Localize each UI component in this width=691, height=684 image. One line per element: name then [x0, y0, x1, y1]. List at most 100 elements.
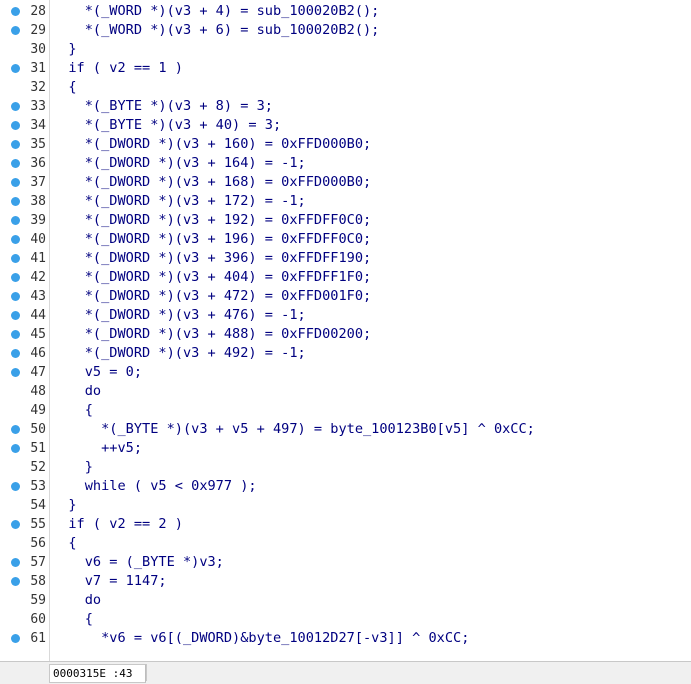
breakpoint-dot-icon[interactable]: [11, 254, 20, 263]
line-number: 51: [30, 441, 46, 456]
code-line[interactable]: 57 v6 = (_BYTE *)v3;: [0, 553, 691, 572]
code-line[interactable]: 58 v7 = 1147;: [0, 572, 691, 591]
breakpoint-dot-icon[interactable]: [11, 216, 20, 225]
line-number: 40: [30, 232, 46, 247]
code-line[interactable]: 48 do: [0, 382, 691, 401]
breakpoint-dot-icon[interactable]: [11, 425, 20, 434]
breakpoint-dot-icon[interactable]: [11, 558, 20, 567]
code-line[interactable]: 47 v5 = 0;: [0, 363, 691, 382]
code-line[interactable]: 42 *(_DWORD *)(v3 + 404) = 0xFFDFF1F0;: [0, 268, 691, 287]
code-text: *(_DWORD *)(v3 + 192) = 0xFFDFF0C0;: [52, 212, 372, 228]
code-line[interactable]: 31 if ( v2 == 1 ): [0, 59, 691, 78]
breakpoint-dot-icon[interactable]: [11, 121, 20, 130]
code-line[interactable]: 43 *(_DWORD *)(v3 + 472) = 0xFFD001F0;: [0, 287, 691, 306]
breakpoint-dot-icon[interactable]: [11, 482, 20, 491]
code-line[interactable]: 38 *(_DWORD *)(v3 + 172) = -1;: [0, 192, 691, 211]
line-number: 29: [30, 23, 46, 38]
code-line[interactable]: 59 do: [0, 591, 691, 610]
pseudocode-view[interactable]: 28 *(_WORD *)(v3 + 4) = sub_100020B2(); 2…: [0, 0, 691, 661]
code-line[interactable]: 51 ++v5;: [0, 439, 691, 458]
code-line[interactable]: 40 *(_DWORD *)(v3 + 196) = 0xFFDFF0C0;: [0, 230, 691, 249]
line-number: 30: [30, 42, 46, 57]
code-line[interactable]: 29 *(_WORD *)(v3 + 6) = sub_100020B2();: [0, 21, 691, 40]
line-number: 60: [30, 612, 46, 627]
code-line[interactable]: 54 }: [0, 496, 691, 515]
line-number: 38: [30, 194, 46, 209]
code-text: if ( v2 == 1 ): [52, 60, 183, 76]
breakpoint-dot-icon[interactable]: [11, 311, 20, 320]
breakpoint-dot-icon[interactable]: [11, 140, 20, 149]
code-line[interactable]: 32 {: [0, 78, 691, 97]
breakpoint-dot-icon[interactable]: [11, 520, 20, 529]
code-line[interactable]: 50 *(_BYTE *)(v3 + v5 + 497) = byte_1001…: [0, 420, 691, 439]
breakpoint-dot-icon[interactable]: [11, 102, 20, 111]
code-text: while ( v5 < 0x977 );: [52, 478, 257, 494]
code-text: do: [52, 592, 102, 608]
line-number: 42: [30, 270, 46, 285]
code-text: *(_DWORD *)(v3 + 404) = 0xFFDFF1F0;: [52, 269, 372, 285]
code-line[interactable]: 41 *(_DWORD *)(v3 + 396) = 0xFFDFF190;: [0, 249, 691, 268]
line-number: 55: [30, 517, 46, 532]
code-text: {: [52, 535, 77, 551]
code-line[interactable]: 39 *(_DWORD *)(v3 + 192) = 0xFFDFF0C0;: [0, 211, 691, 230]
code-text: {: [52, 79, 77, 95]
line-number: 43: [30, 289, 46, 304]
code-line[interactable]: 55 if ( v2 == 2 ): [0, 515, 691, 534]
breakpoint-dot-icon[interactable]: [11, 159, 20, 168]
code-line[interactable]: 44 *(_DWORD *)(v3 + 476) = -1;: [0, 306, 691, 325]
line-number: 48: [30, 384, 46, 399]
breakpoint-dot-icon[interactable]: [11, 577, 20, 586]
code-text: *(_DWORD *)(v3 + 472) = 0xFFD001F0;: [52, 288, 372, 304]
code-line[interactable]: 60 {: [0, 610, 691, 629]
breakpoint-dot-icon[interactable]: [11, 235, 20, 244]
line-number: 46: [30, 346, 46, 361]
code-text: }: [52, 497, 77, 513]
address-text: 0000315E :43: [53, 667, 133, 680]
line-number: 44: [30, 308, 46, 323]
breakpoint-dot-icon[interactable]: [11, 178, 20, 187]
code-text: {: [52, 611, 93, 627]
code-line[interactable]: 34 *(_BYTE *)(v3 + 40) = 3;: [0, 116, 691, 135]
breakpoint-dot-icon[interactable]: [11, 292, 20, 301]
code-text: *v6 = v6[(_DWORD)&byte_10012D27[-v3]] ^ …: [52, 630, 470, 646]
status-bar: 0000315E :43: [0, 661, 691, 684]
code-line[interactable]: 45 *(_DWORD *)(v3 + 488) = 0xFFD00200;: [0, 325, 691, 344]
code-line[interactable]: 53 while ( v5 < 0x977 );: [0, 477, 691, 496]
breakpoint-dot-icon[interactable]: [11, 444, 20, 453]
code-text: *(_DWORD *)(v3 + 168) = 0xFFD000B0;: [52, 174, 372, 190]
code-line[interactable]: 36 *(_DWORD *)(v3 + 164) = -1;: [0, 154, 691, 173]
line-number: 53: [30, 479, 46, 494]
code-line[interactable]: 61 *v6 = v6[(_DWORD)&byte_10012D27[-v3]]…: [0, 629, 691, 648]
code-line[interactable]: 30 }: [0, 40, 691, 59]
code-line[interactable]: 46 *(_DWORD *)(v3 + 492) = -1;: [0, 344, 691, 363]
code-line[interactable]: 37 *(_DWORD *)(v3 + 168) = 0xFFD000B0;: [0, 173, 691, 192]
line-number: 45: [30, 327, 46, 342]
line-number: 52: [30, 460, 46, 475]
breakpoint-dot-icon[interactable]: [11, 349, 20, 358]
code-line[interactable]: 56 {: [0, 534, 691, 553]
breakpoint-dot-icon[interactable]: [11, 330, 20, 339]
code-text: *(_WORD *)(v3 + 6) = sub_100020B2();: [52, 22, 380, 38]
code-line[interactable]: 49 {: [0, 401, 691, 420]
code-text: *(_DWORD *)(v3 + 164) = -1;: [52, 155, 306, 171]
breakpoint-dot-icon[interactable]: [11, 64, 20, 73]
code-text: v7 = 1147;: [52, 573, 167, 589]
breakpoint-dot-icon[interactable]: [11, 197, 20, 206]
breakpoint-dot-icon[interactable]: [11, 368, 20, 377]
breakpoint-dot-icon[interactable]: [11, 634, 20, 643]
line-number: 54: [30, 498, 46, 513]
breakpoint-dot-icon[interactable]: [11, 26, 20, 35]
breakpoint-dot-icon[interactable]: [11, 7, 20, 16]
code-line[interactable]: 52 }: [0, 458, 691, 477]
line-number: 56: [30, 536, 46, 551]
code-text: *(_DWORD *)(v3 + 396) = 0xFFDFF190;: [52, 250, 372, 266]
code-text: }: [52, 459, 93, 475]
breakpoint-dot-icon[interactable]: [11, 273, 20, 282]
code-line[interactable]: 35 *(_DWORD *)(v3 + 160) = 0xFFD000B0;: [0, 135, 691, 154]
code-text: do: [52, 383, 102, 399]
code-text: ++v5;: [52, 440, 143, 456]
code-line[interactable]: 33 *(_BYTE *)(v3 + 8) = 3;: [0, 97, 691, 116]
code-text: *(_BYTE *)(v3 + 8) = 3;: [52, 98, 273, 114]
code-text: if ( v2 == 2 ): [52, 516, 183, 532]
code-line[interactable]: 28 *(_WORD *)(v3 + 4) = sub_100020B2();: [0, 2, 691, 21]
